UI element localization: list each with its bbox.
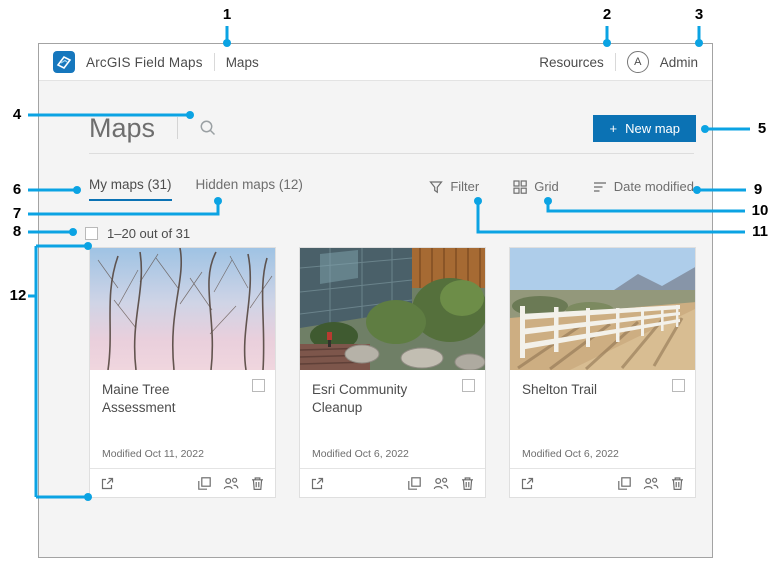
card-grid: Maine Tree Assessment Modified Oct 11, 2… (89, 247, 696, 498)
new-map-button[interactable]: + New map (593, 114, 696, 142)
callout-6: 6 (12, 181, 22, 198)
new-map-label: New map (625, 120, 680, 136)
header-divider (614, 53, 616, 71)
callout-8: 8 (12, 223, 22, 240)
title-rule (89, 153, 694, 154)
callout-7: 7 (12, 205, 22, 222)
open-map-icon[interactable] (100, 476, 115, 491)
card-title: Shelton Trail (522, 382, 598, 397)
card-thumbnail-trees[interactable] (90, 248, 275, 370)
duplicate-icon[interactable] (407, 476, 422, 491)
delete-icon[interactable] (670, 476, 685, 491)
header-divider (213, 53, 215, 71)
map-card: Maine Tree Assessment Modified Oct 11, 2… (89, 247, 276, 498)
callout-3: 3 (694, 6, 704, 23)
card-modified-date: Modified Oct 6, 2022 (312, 448, 409, 460)
filter-icon (429, 180, 444, 193)
map-card: Shelton Trail Modified Oct 6, 2022 (509, 247, 696, 498)
tab-my-maps[interactable]: My maps (31) (89, 177, 172, 201)
delete-icon[interactable] (460, 476, 475, 491)
filter-control[interactable]: Filter (429, 179, 479, 194)
app-title: ArcGIS Field Maps (86, 54, 203, 70)
callout-1: 1 (222, 6, 232, 23)
callout-4: 4 (12, 106, 22, 123)
card-modified-date: Modified Oct 6, 2022 (522, 448, 619, 460)
search-icon[interactable] (198, 118, 218, 138)
grid-icon (513, 179, 528, 194)
tab-hidden-maps[interactable]: Hidden maps (12) (196, 177, 303, 199)
card-checkbox[interactable] (252, 379, 265, 392)
callout-2: 2 (602, 6, 612, 23)
page-title: Maps (89, 112, 156, 143)
open-map-icon[interactable] (310, 476, 325, 491)
card-title: Maine Tree Assessment (102, 382, 176, 415)
sort-control[interactable]: Date modified (593, 179, 694, 194)
duplicate-icon[interactable] (617, 476, 632, 491)
map-card: Esri Community Cleanup Modified Oct 6, 2… (299, 247, 486, 498)
delete-icon[interactable] (250, 476, 265, 491)
open-map-icon[interactable] (520, 476, 535, 491)
share-group-icon[interactable] (433, 476, 449, 491)
app-header: ArcGIS Field Maps Maps Resources A Admin (39, 44, 712, 81)
arcgis-logo-icon (53, 51, 75, 73)
grid-view-control[interactable]: Grid (513, 179, 559, 194)
share-group-icon[interactable] (223, 476, 239, 491)
user-menu[interactable]: Admin (660, 55, 698, 70)
callout-9: 9 (753, 181, 763, 198)
card-title: Esri Community Cleanup (312, 382, 408, 415)
content-area: Maps + New map My maps (31) Hidden maps … (39, 81, 712, 557)
title-divider (177, 117, 179, 139)
sort-label: Date modified (613, 179, 694, 194)
callout-10: 10 (751, 202, 769, 219)
card-thumbnail-trail[interactable] (510, 248, 695, 370)
callout-11: 11 (752, 223, 768, 240)
sort-icon (593, 181, 606, 192)
result-count: 1–20 out of 31 (107, 226, 191, 241)
card-checkbox[interactable] (672, 379, 685, 392)
plus-icon: + (609, 120, 618, 136)
screenshot-root: ArcGIS Field Maps Maps Resources A Admin… (0, 0, 781, 562)
duplicate-icon[interactable] (197, 476, 212, 491)
callout-5: 5 (757, 120, 767, 137)
card-modified-date: Modified Oct 11, 2022 (102, 448, 204, 460)
nav-item-maps[interactable]: Maps (226, 55, 259, 70)
card-checkbox[interactable] (462, 379, 475, 392)
callout-12: 12 (9, 287, 27, 304)
resources-link[interactable]: Resources (539, 55, 604, 70)
card-thumbnail-campus[interactable] (300, 248, 485, 370)
app-window: ArcGIS Field Maps Maps Resources A Admin… (38, 43, 713, 558)
select-all-checkbox[interactable] (85, 227, 98, 240)
share-group-icon[interactable] (643, 476, 659, 491)
grid-label: Grid (534, 179, 559, 194)
filter-label: Filter (450, 179, 480, 194)
avatar[interactable]: A (626, 51, 649, 73)
